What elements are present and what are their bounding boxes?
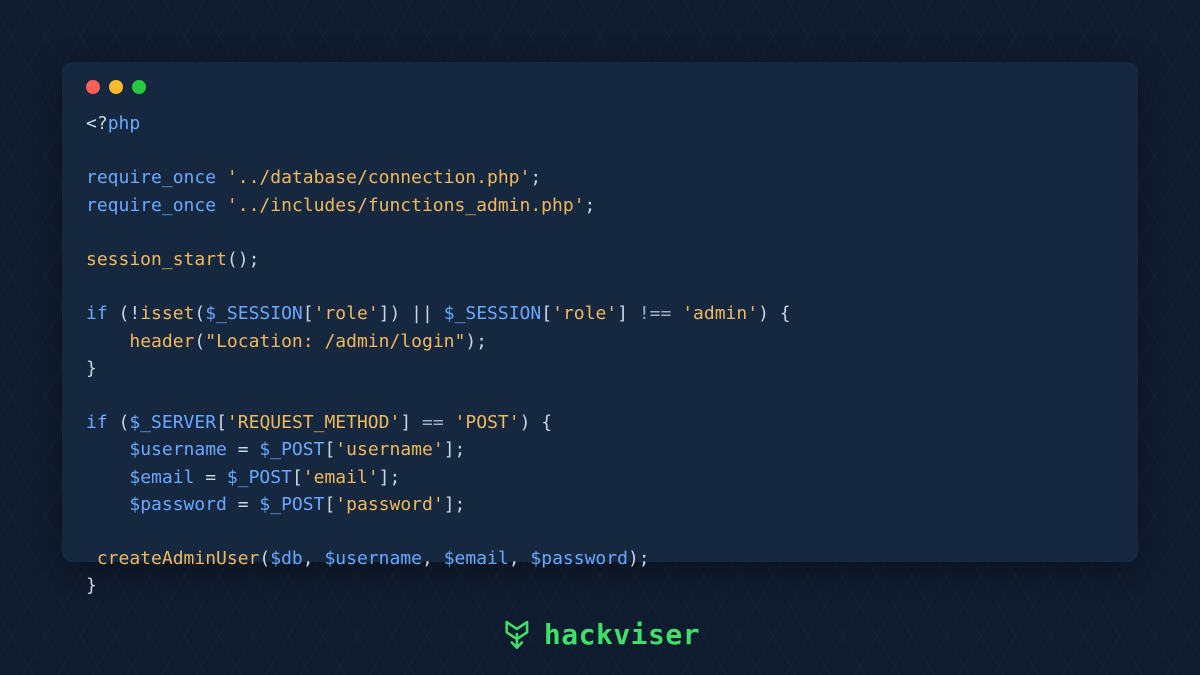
if-keyword: if bbox=[86, 303, 108, 324]
require-keyword: require_once bbox=[86, 167, 216, 188]
equal-operator: == bbox=[422, 412, 444, 433]
username-var: $username bbox=[129, 439, 227, 460]
php-keyword: php bbox=[108, 113, 141, 134]
isset-call: isset bbox=[140, 303, 194, 324]
window-controls bbox=[86, 80, 1114, 94]
code-block: <?php require_once '../database/connecti… bbox=[86, 110, 1114, 600]
session-var: $_SESSION bbox=[205, 303, 303, 324]
if-keyword: if bbox=[86, 412, 108, 433]
post-var: $_POST bbox=[259, 439, 324, 460]
not-equal-operator: !== bbox=[639, 303, 672, 324]
require-keyword: require_once bbox=[86, 195, 216, 216]
server-var: $_SERVER bbox=[129, 412, 216, 433]
code-window: <?php require_once '../database/connecti… bbox=[62, 62, 1138, 562]
php-open-tag: <? bbox=[86, 113, 108, 134]
header-string: Location: /admin/login bbox=[216, 331, 454, 352]
brand-logo: hackviser bbox=[500, 617, 700, 651]
require-path: ../includes/functions_admin.php bbox=[238, 195, 574, 216]
close-icon[interactable] bbox=[86, 80, 100, 94]
password-var: $password bbox=[129, 494, 227, 515]
minimize-icon[interactable] bbox=[109, 80, 123, 94]
function-call: session_start bbox=[86, 249, 227, 270]
brand-name: hackviser bbox=[544, 618, 700, 651]
session-var: $_SESSION bbox=[444, 303, 542, 324]
header-call: header bbox=[129, 331, 194, 352]
post-var: $_POST bbox=[259, 494, 324, 515]
email-var: $email bbox=[129, 467, 194, 488]
post-var: $_POST bbox=[227, 467, 292, 488]
hackviser-icon bbox=[500, 617, 534, 651]
maximize-icon[interactable] bbox=[132, 80, 146, 94]
create-admin-call: createAdminUser bbox=[97, 548, 260, 569]
require-path: ../database/connection.php bbox=[238, 167, 520, 188]
